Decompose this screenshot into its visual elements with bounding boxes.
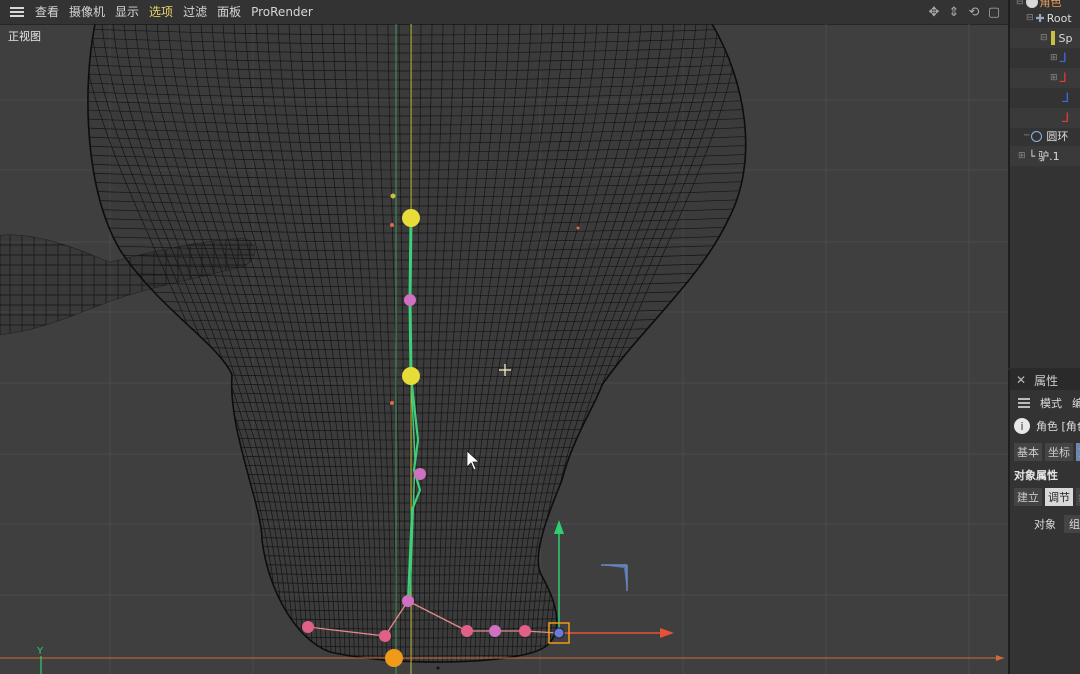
- origin-dot: [436, 666, 440, 670]
- joint-root[interactable]: [385, 649, 403, 667]
- rotate-view-icon[interactable]: ⟲: [966, 4, 982, 20]
- menu-filter[interactable]: 过滤: [178, 0, 212, 24]
- small-joint-marker: [390, 193, 396, 199]
- joint-spine-lower[interactable]: [414, 468, 426, 480]
- expand-toggle-icon: ⊞: [1018, 151, 1026, 161]
- close-icon[interactable]: ✕: [1016, 373, 1026, 387]
- object-field-label: 对象: [1034, 518, 1056, 531]
- menu-cameras[interactable]: 摄像机: [64, 0, 110, 24]
- joint-spine-mid[interactable]: [404, 294, 416, 306]
- mesh-line: [60, 667, 760, 674]
- object-subtabs: 建立 调节 绑: [1014, 488, 1080, 506]
- tree-item-spine[interactable]: ⊟ Sp: [1010, 28, 1080, 48]
- world-x-arrow-icon: [996, 655, 1004, 661]
- small-joint-marker: [576, 226, 580, 230]
- expand-toggle-icon: ⊞: [1050, 73, 1058, 83]
- axis-indicator: Y: [36, 646, 44, 674]
- joint-spine-neck[interactable]: [402, 367, 420, 385]
- small-joint-marker: [390, 223, 394, 227]
- torus-icon: [1031, 130, 1043, 142]
- character-icon: i: [1014, 418, 1030, 434]
- move-view-icon[interactable]: ✥: [926, 4, 942, 20]
- tree-item-leg-3[interactable]: ⅃: [1060, 88, 1069, 108]
- leg-red-icon: ⅃: [1059, 70, 1067, 86]
- transform-gizmo[interactable]: [548, 520, 674, 644]
- mode-menu[interactable]: 模式: [1040, 395, 1062, 411]
- tree-branch-icon: ─: [1024, 131, 1030, 141]
- attributes-mode-bar: 模式 编: [1018, 395, 1080, 411]
- tree-item-leg-4[interactable]: ⅃: [1010, 108, 1080, 128]
- edit-menu[interactable]: 编: [1072, 395, 1080, 411]
- menu-view[interactable]: 查看: [30, 0, 64, 24]
- collapse-toggle-icon: ⊟: [1040, 33, 1048, 43]
- attributes-panel: ✕ 属性 模式 编 i 角色 [角色 基本 坐标 对 对象属性 建立 调节 绑 …: [1008, 370, 1080, 674]
- character-icon: [1025, 0, 1038, 8]
- joint-leg-front-1[interactable]: [461, 625, 473, 637]
- menu-display[interactable]: 显示: [110, 0, 144, 24]
- tree-item-torus[interactable]: ─ 圆环: [1024, 126, 1068, 146]
- object-manager-panel: ⊟ 角色 ⊟ ✚ Root ⊟ Sp ⊞ ⅃ ⊞ ⅃ ⅃ ⅃ ─ 圆环 ⊞ └ …: [1008, 0, 1080, 368]
- tree-item-mesh[interactable]: ⊞ └ 驴.1: [1010, 146, 1080, 166]
- joint-leg-back-toe[interactable]: [302, 621, 314, 633]
- menu-prorender[interactable]: ProRender: [246, 0, 318, 24]
- object-name-row: i 角色 [角色: [1014, 418, 1080, 434]
- scene-canvas[interactable]: Y: [0, 24, 1008, 674]
- tab-coordinates[interactable]: 坐标: [1045, 443, 1073, 461]
- leg-blue-icon: ⅃: [1062, 90, 1070, 106]
- joint-leg-front-2[interactable]: [489, 625, 501, 637]
- tab-basic[interactable]: 基本: [1014, 443, 1042, 461]
- axis-y-label: Y: [36, 646, 44, 657]
- subtab-adjust[interactable]: 调节: [1045, 488, 1073, 506]
- leg-red-icon: ⅃: [1062, 110, 1070, 126]
- expand-toggle-icon: ⊞: [1050, 53, 1058, 63]
- tree-item-label: 驴.1: [1038, 150, 1060, 163]
- tree-item-label: Sp: [1058, 31, 1073, 45]
- object-field-row: 对象 组: [1034, 515, 1080, 533]
- attributes-header: ✕ 属性: [1010, 370, 1080, 390]
- tree-item-leg-1[interactable]: ⊞ ⅃: [1050, 48, 1067, 68]
- small-joint-marker: [390, 401, 394, 405]
- tab-object[interactable]: 对: [1076, 443, 1080, 461]
- mesh-object-icon: └: [1028, 149, 1036, 163]
- tree-item-label: 圆环: [1046, 130, 1069, 143]
- zoom-view-icon[interactable]: ⇕: [946, 4, 962, 20]
- section-title: 对象属性: [1014, 469, 1058, 482]
- subtab-bind[interactable]: 绑: [1076, 488, 1080, 506]
- subtab-build[interactable]: 建立: [1014, 488, 1042, 506]
- leg-blue-icon: ⅃: [1059, 50, 1067, 66]
- tree-item-root[interactable]: ⊟ ✚ Root: [1026, 8, 1072, 28]
- joint-root-icon: ✚: [1035, 11, 1045, 25]
- tree-item-leg-2[interactable]: ⊞ ⅃: [1010, 68, 1080, 88]
- joint-spine-top[interactable]: [402, 209, 420, 227]
- tree-item-label: Root: [1046, 11, 1072, 25]
- menu-panel[interactable]: 面板: [212, 0, 246, 24]
- spine-joint-icon: [1050, 31, 1055, 45]
- hamburger-menu-icon[interactable]: [10, 7, 24, 17]
- joint-leg-back[interactable]: [379, 630, 391, 642]
- menu-options[interactable]: 选项: [144, 0, 178, 24]
- joint-leg-front-3[interactable]: [519, 625, 531, 637]
- object-name: 角色 [角色: [1036, 420, 1080, 433]
- joint-pelvis[interactable]: [402, 595, 414, 607]
- view-navigation: ✥ ⇕ ⟲ ▢: [926, 4, 1002, 20]
- maximize-view-icon[interactable]: ▢: [986, 4, 1002, 20]
- attribute-tabs: 基本 坐标 对: [1014, 443, 1080, 461]
- object-field-select[interactable]: 组: [1064, 515, 1080, 533]
- attributes-title: 属性: [1034, 373, 1059, 388]
- viewport-menubar: 查看 摄像机 显示 选项 过滤 面板 ProRender ✥ ⇕ ⟲ ▢: [0, 0, 1008, 25]
- hamburger-menu-icon[interactable]: [1018, 398, 1030, 408]
- collapse-toggle-icon: ⊟: [1016, 0, 1024, 7]
- viewport-front-view[interactable]: 查看 摄像机 显示 选项 过滤 面板 ProRender ✥ ⇕ ⟲ ▢ 正视图: [0, 0, 1008, 674]
- view-name-label: 正视图: [8, 30, 41, 43]
- collapse-toggle-icon: ⊟: [1026, 13, 1034, 23]
